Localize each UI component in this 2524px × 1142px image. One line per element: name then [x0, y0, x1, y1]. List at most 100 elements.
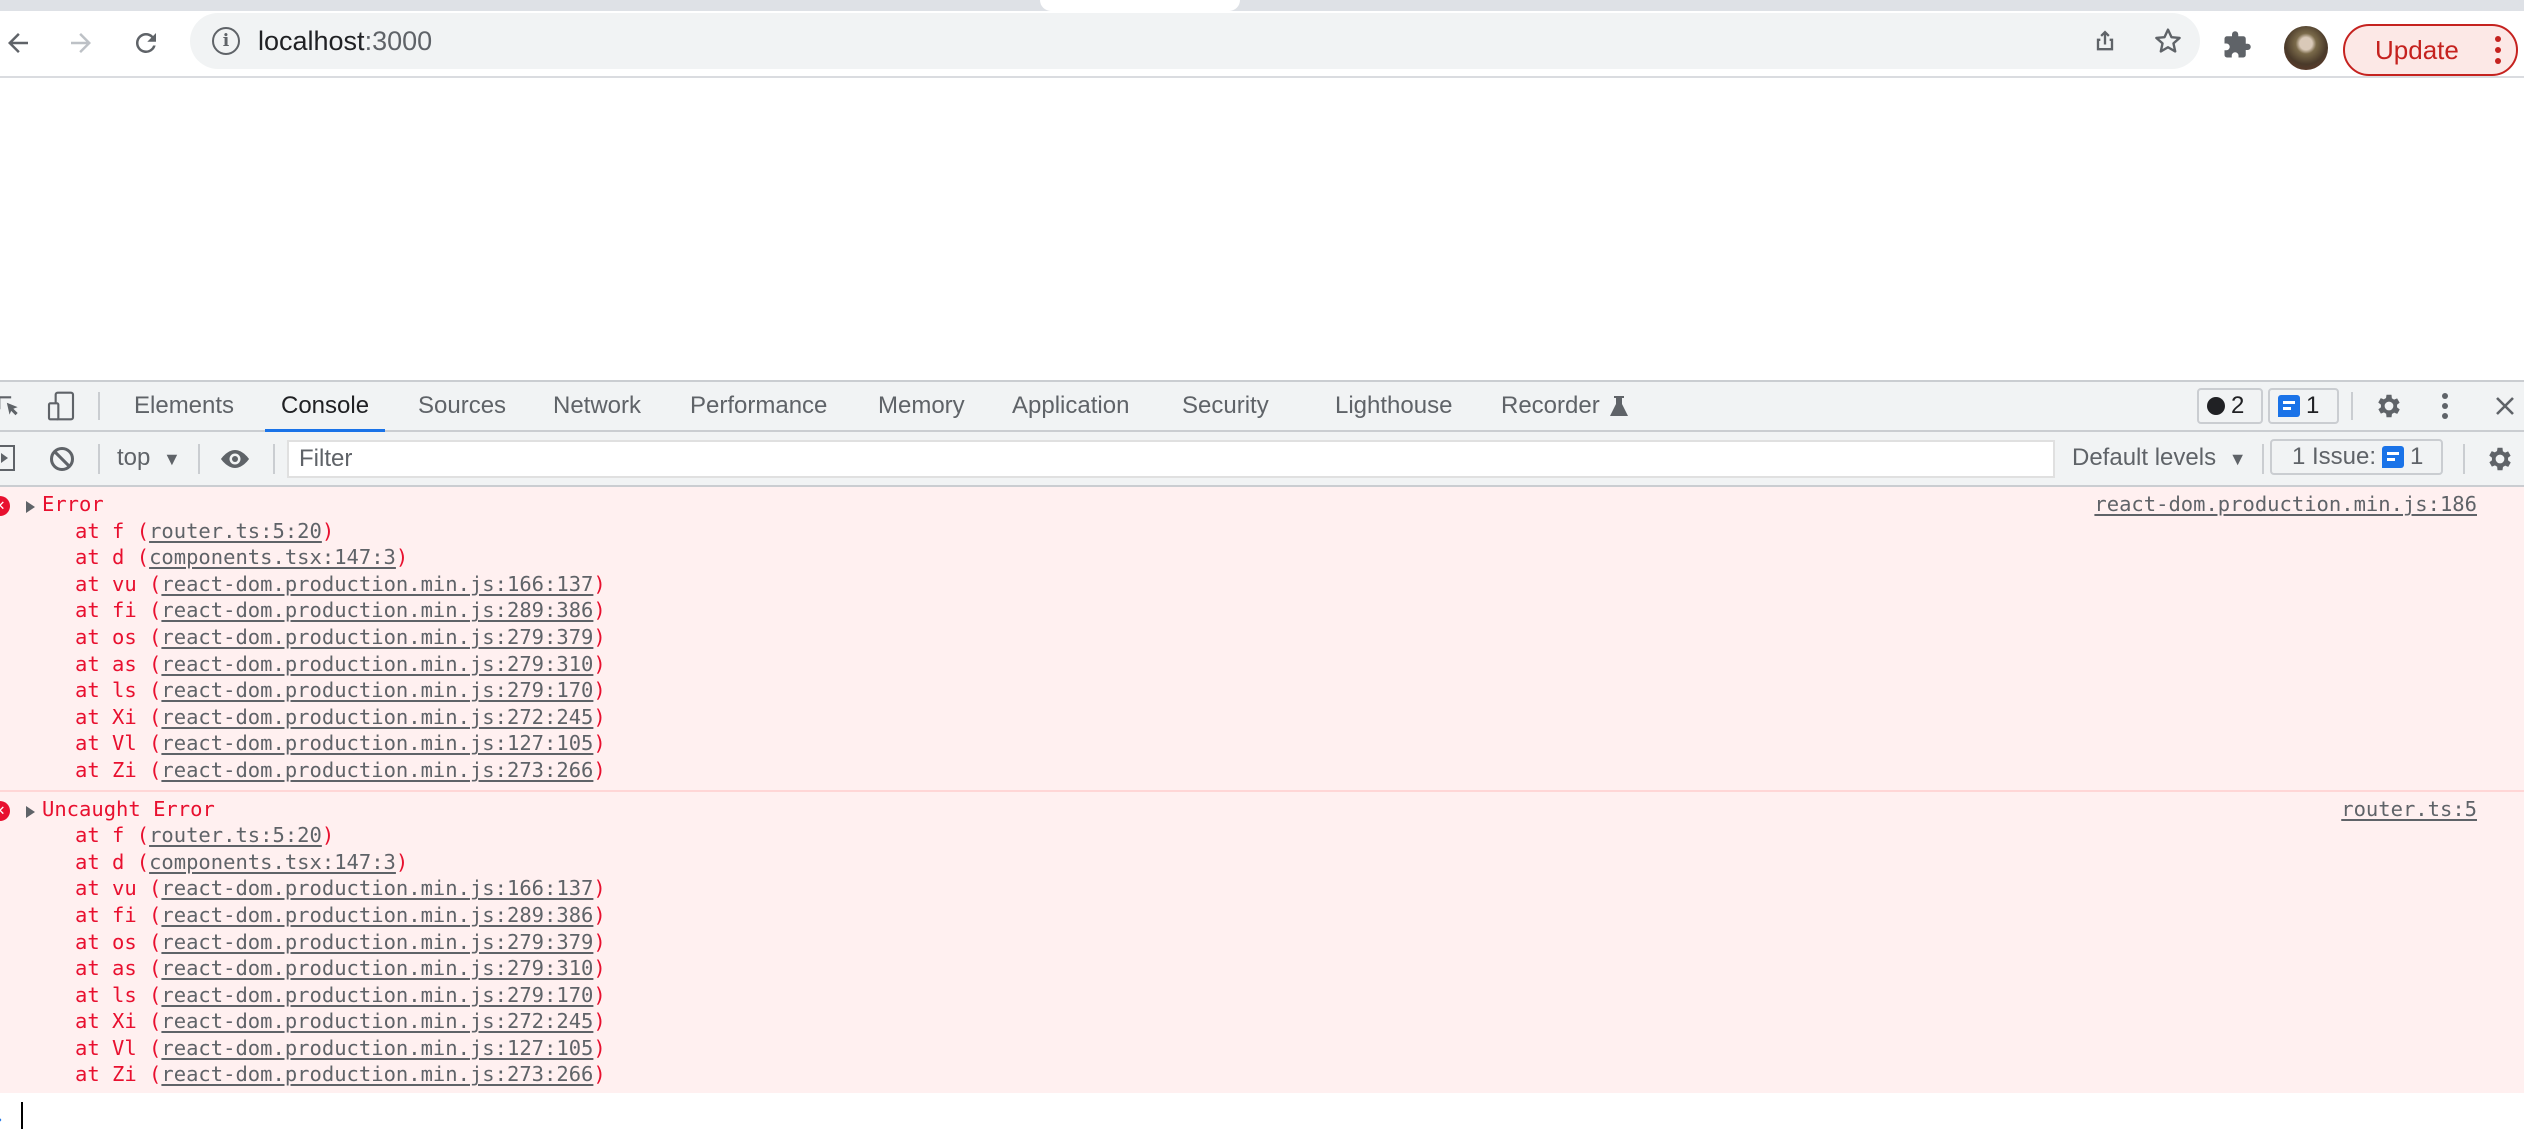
console-prompt[interactable]: ›: [0, 1093, 2524, 1142]
reload-button[interactable]: [128, 25, 164, 61]
sidebar-toggle-button[interactable]: [0, 443, 18, 473]
frame-function: at os: [75, 624, 137, 649]
tab-label: Application: [1012, 392, 1130, 419]
tab-security[interactable]: Security: [1166, 382, 1285, 430]
context-selector[interactable]: top ▼: [117, 432, 181, 485]
frame-location-link[interactable]: react-dom.production.min.js:279:170: [161, 983, 593, 1007]
tab-recorder[interactable]: Recorder: [1485, 382, 1616, 430]
stack-frame: at vu (react-dom.production.min.js:166:1…: [75, 876, 606, 901]
sidebar-icon: [0, 445, 15, 471]
update-button[interactable]: Update: [2343, 24, 2518, 76]
frame-location-link[interactable]: react-dom.production.min.js:273:266: [161, 1062, 593, 1086]
tab-performance[interactable]: Performance: [674, 382, 843, 430]
tab-application[interactable]: Application: [996, 382, 1145, 430]
forward-button[interactable]: [63, 25, 99, 61]
text-caret: [21, 1102, 23, 1129]
frame-function: at as: [75, 956, 137, 981]
frame-location-link[interactable]: react-dom.production.min.js:272:245: [161, 705, 593, 729]
divider: [2463, 444, 2465, 474]
stack-frame: at ls (react-dom.production.min.js:279:1…: [75, 678, 606, 703]
console-settings-button[interactable]: [2483, 442, 2517, 476]
frame-location-link[interactable]: react-dom.production.min.js:166:137: [161, 572, 593, 596]
close-devtools-button[interactable]: [2488, 389, 2522, 423]
frame-location-link[interactable]: react-dom.production.min.js:279:379: [161, 930, 593, 954]
frame-function: at ls: [75, 678, 137, 703]
browser-toolbar: i localhost:3000 Update: [0, 11, 2524, 78]
function-name: Zi: [112, 757, 137, 782]
stack-frame: at Zi (react-dom.production.min.js:273:2…: [75, 1062, 606, 1087]
source-link[interactable]: react-dom.production.min.js:186: [2094, 491, 2477, 518]
function-name: f: [112, 518, 125, 543]
back-button[interactable]: [0, 25, 36, 61]
frame-location-link[interactable]: components.tsx:147:3: [149, 545, 396, 569]
frame-function: at Vl: [75, 1035, 137, 1060]
tab-label: Security: [1182, 392, 1269, 419]
source-link[interactable]: router.ts:5: [2341, 796, 2477, 823]
tab-memory[interactable]: Memory: [862, 382, 981, 430]
message-count-badge[interactable]: 1: [2268, 388, 2339, 424]
tab-label: Network: [553, 392, 642, 419]
puzzle-icon[interactable]: [2222, 30, 2252, 60]
frame-location-link[interactable]: react-dom.production.min.js:279:170: [161, 678, 593, 702]
frame-location-link[interactable]: components.tsx:147:3: [149, 850, 396, 874]
bookmark-button[interactable]: [2150, 23, 2186, 59]
frame-location-link[interactable]: react-dom.production.min.js:273:266: [161, 758, 593, 782]
frame-location-link[interactable]: router.ts:5:20: [149, 519, 322, 543]
page-content: [0, 78, 2524, 380]
log-levels-dropdown[interactable]: Default levels ▼: [2072, 432, 2247, 485]
frame-location-link[interactable]: react-dom.production.min.js:166:137: [161, 876, 593, 900]
kebab-icon[interactable]: [2494, 36, 2502, 66]
share-button[interactable]: [2087, 23, 2123, 59]
stack-frame: at os (react-dom.production.min.js:279:3…: [75, 624, 606, 649]
console-toolbar: top ▼ Default levels ▼ 1 Issue: 1: [0, 432, 2524, 487]
stack-frame: at Xi (react-dom.production.min.js:272:2…: [75, 1009, 606, 1034]
frame-function: at Zi: [75, 1062, 137, 1087]
info-icon[interactable]: i: [212, 27, 240, 55]
tab-lighthouse[interactable]: Lighthouse: [1319, 382, 1468, 430]
expand-triangle-icon[interactable]: [26, 805, 35, 818]
tab-sources[interactable]: Sources: [402, 382, 522, 430]
address-bar[interactable]: i localhost:3000: [190, 13, 2200, 69]
frame-location-link[interactable]: react-dom.production.min.js:127:105: [161, 1036, 593, 1060]
url-text[interactable]: localhost:3000: [258, 26, 432, 57]
message-icon: [2278, 395, 2300, 417]
more-options-button[interactable]: [2428, 389, 2462, 423]
tab-elements[interactable]: Elements: [118, 382, 250, 430]
tab-network[interactable]: Network: [537, 382, 657, 430]
tab-console[interactable]: Console: [265, 382, 386, 432]
error-count-badge[interactable]: 2: [2197, 388, 2263, 424]
expand-triangle-icon[interactable]: [26, 501, 35, 513]
arrow-left-icon: [8, 33, 28, 53]
frame-location-link[interactable]: react-dom.production.min.js:272:245: [161, 1009, 593, 1033]
live-expression-button[interactable]: [217, 443, 253, 475]
device-toolbar-button[interactable]: [44, 389, 78, 423]
avatar[interactable]: [2284, 26, 2328, 70]
settings-button[interactable]: [2372, 389, 2406, 423]
stack-frame: at fi (react-dom.production.min.js:289:3…: [75, 598, 606, 623]
frame-location-link[interactable]: react-dom.production.min.js:289:386: [161, 598, 593, 622]
issues-button[interactable]: 1 Issue: 1: [2270, 439, 2443, 475]
frame-location-link[interactable]: react-dom.production.min.js:279:310: [161, 956, 593, 980]
function-name: fi: [112, 902, 137, 927]
update-label: Update: [2375, 34, 2459, 65]
frame-function: at f: [75, 518, 125, 543]
stack-frame: at ls (react-dom.production.min.js:279:1…: [75, 982, 606, 1007]
url-port: :3000: [364, 26, 433, 56]
frame-location-link[interactable]: react-dom.production.min.js:279:310: [161, 652, 593, 676]
stack-frame: at d (components.tsx:147:3): [75, 545, 409, 570]
frame-location-link[interactable]: react-dom.production.min.js:289:386: [161, 903, 593, 927]
divider: [198, 444, 200, 474]
frame-location-link[interactable]: router.ts:5:20: [149, 823, 322, 847]
dropdown-arrow-icon: ▼: [2228, 449, 2247, 469]
console-messages: ✕Errorreact-dom.production.min.js:186at …: [0, 487, 2524, 1097]
active-tab[interactable]: [1040, 0, 1240, 11]
filter-input[interactable]: [287, 440, 2055, 478]
clear-console-button[interactable]: [46, 443, 78, 475]
dropdown-arrow-icon: ▼: [163, 449, 181, 469]
error-title[interactable]: Uncaught Error: [0, 796, 2524, 823]
frame-location-link[interactable]: react-dom.production.min.js:279:379: [161, 625, 593, 649]
frame-location-link[interactable]: react-dom.production.min.js:127:105: [161, 731, 593, 755]
frame-function: at fi: [75, 598, 137, 623]
inspect-element-button[interactable]: [0, 390, 24, 422]
frame-function: at d: [75, 849, 125, 874]
